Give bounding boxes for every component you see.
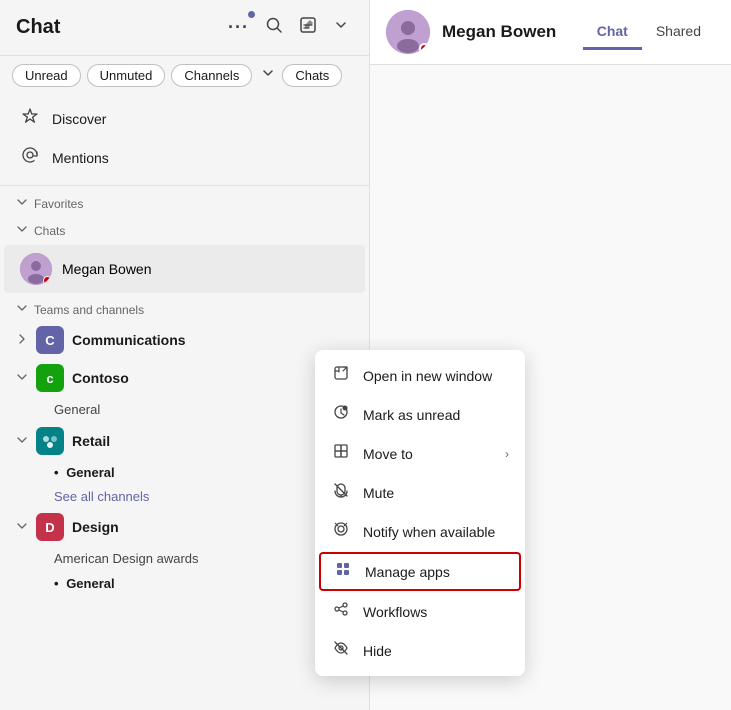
manage-apps-label: Manage apps	[365, 564, 507, 580]
context-menu: Open in new window Mark as unread	[315, 350, 525, 676]
menu-item-mark-unread[interactable]: Mark as unread	[315, 395, 525, 434]
menu-item-open-new-window[interactable]: Open in new window	[315, 356, 525, 395]
mute-icon	[331, 482, 351, 503]
menu-item-hide[interactable]: Hide	[315, 631, 525, 670]
hide-label: Hide	[363, 643, 509, 659]
manage-apps-icon	[333, 561, 353, 582]
menu-item-move-to[interactable]: Move to ›	[315, 434, 525, 473]
mute-label: Mute	[363, 485, 509, 501]
open-new-window-label: Open in new window	[363, 368, 509, 384]
workflows-icon	[331, 601, 351, 622]
hide-icon	[331, 640, 351, 661]
menu-item-manage-apps[interactable]: Manage apps	[319, 552, 521, 591]
mark-unread-label: Mark as unread	[363, 407, 509, 423]
mark-unread-icon	[331, 404, 351, 425]
move-to-label: Move to	[363, 446, 493, 462]
move-to-icon	[331, 443, 351, 464]
open-window-icon	[331, 365, 351, 386]
menu-item-notify[interactable]: Notify when available	[315, 512, 525, 551]
menu-item-workflows[interactable]: Workflows	[315, 592, 525, 631]
notify-label: Notify when available	[363, 524, 509, 540]
menu-item-mute[interactable]: Mute	[315, 473, 525, 512]
notify-icon	[331, 521, 351, 542]
workflows-label: Workflows	[363, 604, 509, 620]
context-menu-overlay: Open in new window Mark as unread	[0, 0, 731, 710]
move-to-arrow: ›	[505, 447, 509, 461]
